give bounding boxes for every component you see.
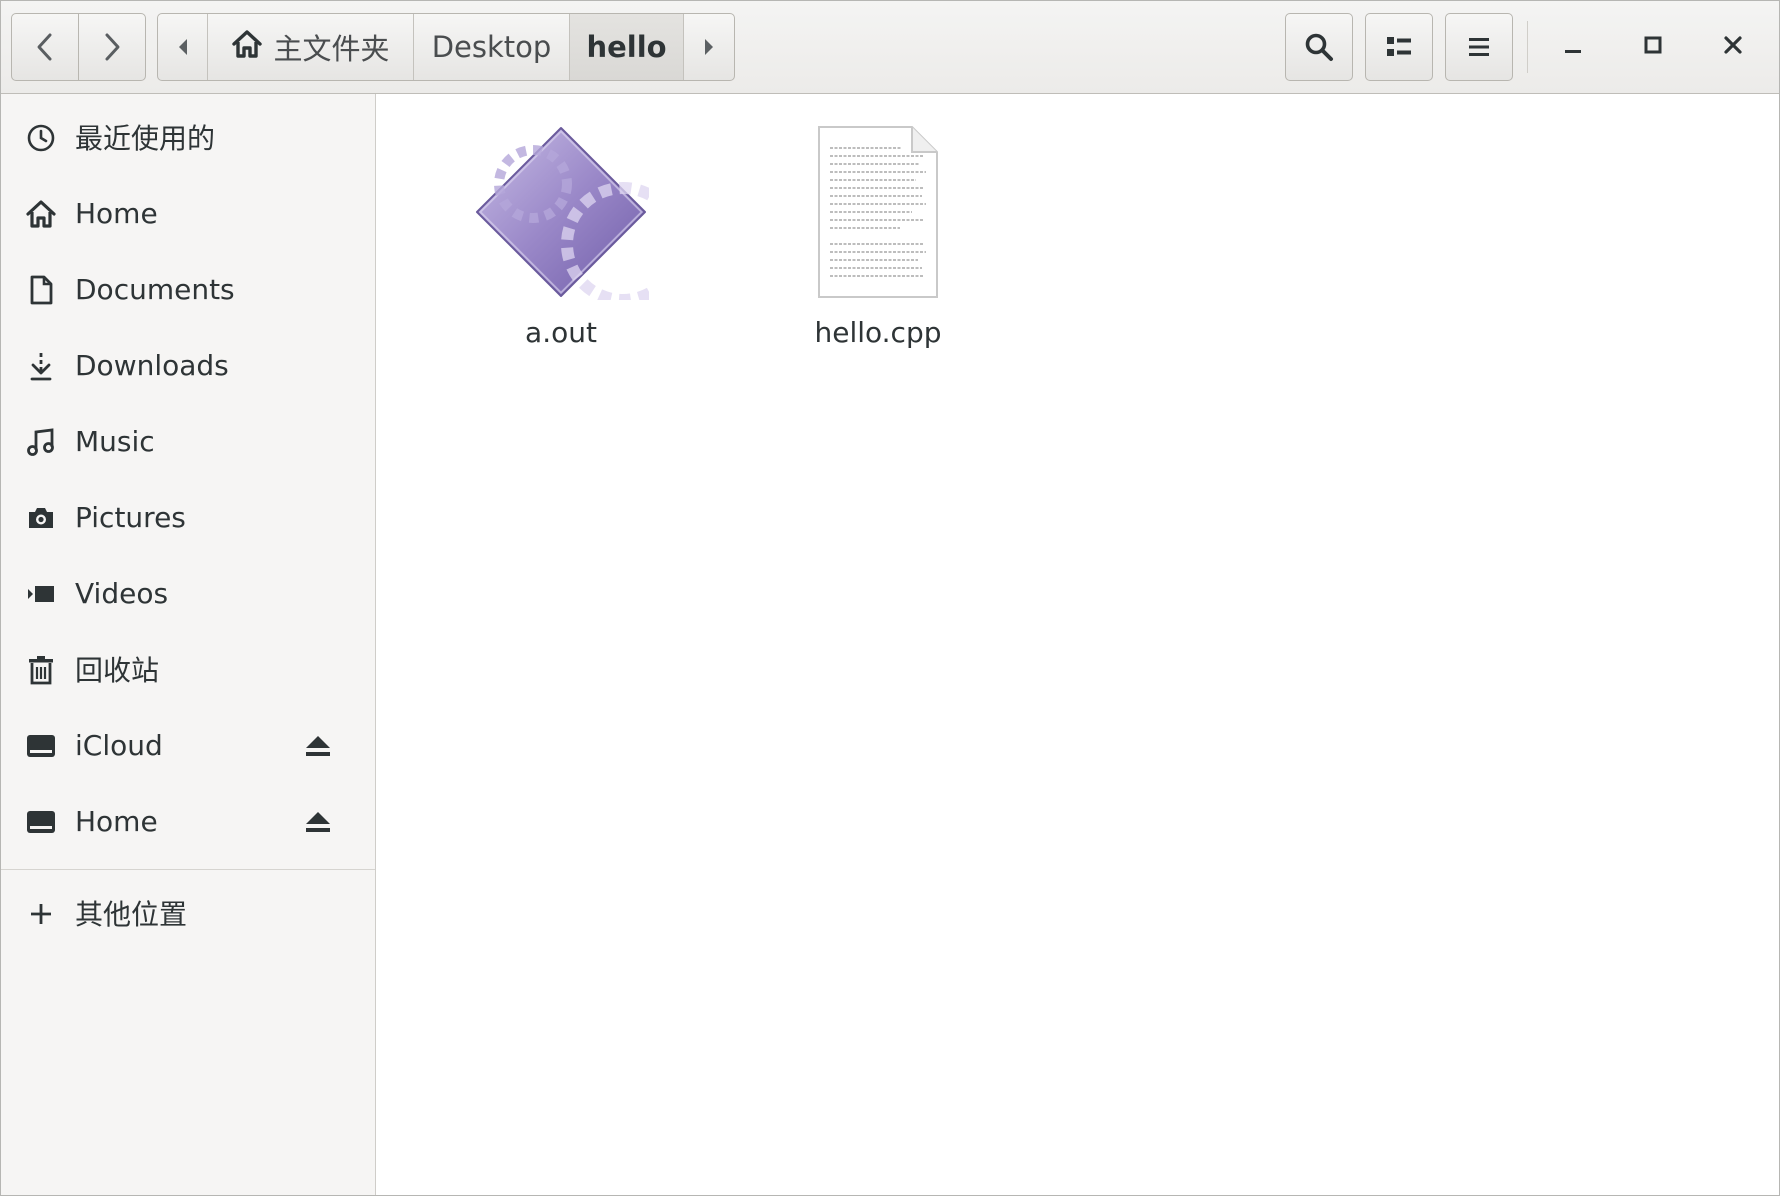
file-item-hello-cpp[interactable]: hello.cpp (768, 124, 988, 354)
download-icon (25, 350, 57, 382)
search-button[interactable] (1285, 13, 1353, 81)
file-manager-window: 主文件夹 Desktop hello 最近使用的 Home Documents … (0, 0, 1780, 1196)
sidebar-item-label: 其他位置 (75, 898, 188, 931)
file-view: a.out hello.cpp (376, 94, 1779, 1195)
clock-icon (25, 122, 57, 154)
file-name: a.out (525, 316, 597, 349)
sidebar-item-label: Videos (75, 576, 169, 610)
executable-icon (461, 124, 661, 300)
menu-button[interactable] (1445, 13, 1513, 81)
minimize-button[interactable] (1539, 13, 1607, 81)
sidebar-item-videos[interactable]: Videos (1, 561, 375, 625)
breadcrumb: 主文件夹 Desktop hello (157, 13, 735, 81)
sidebar-item-label: Home (75, 196, 158, 230)
breadcrumb-scroll-left-button[interactable] (158, 14, 208, 80)
breadcrumb-home[interactable]: 主文件夹 (208, 14, 414, 80)
sidebar-item-label: Documents (75, 272, 235, 306)
sidebar-item-documents[interactable]: Documents (1, 257, 375, 321)
sidebar-item-label: Music (75, 424, 155, 458)
minimize-icon (1562, 34, 1584, 60)
sidebar-item-music[interactable]: Music (1, 409, 375, 473)
eject-icon[interactable] (303, 807, 333, 837)
document-icon (25, 274, 57, 306)
search-icon (1304, 32, 1334, 62)
view-toggle-button[interactable] (1365, 13, 1433, 81)
drive-icon (25, 806, 57, 838)
sidebar-item-label: Pictures (75, 500, 186, 534)
maximize-icon (1642, 34, 1664, 60)
maximize-button[interactable] (1619, 13, 1687, 81)
music-icon (25, 426, 57, 458)
sidebar-item-label: iCloud (75, 728, 163, 762)
header-bar: 主文件夹 Desktop hello (1, 1, 1779, 94)
close-button[interactable] (1699, 13, 1767, 81)
sidebar-item-pictures[interactable]: Pictures (1, 485, 375, 549)
sidebar-divider (1, 869, 375, 870)
list-view-icon (1385, 34, 1413, 60)
sidebar-item-home-drive[interactable]: Home (1, 789, 375, 853)
sidebar-item-trash[interactable]: 回收站 (1, 637, 375, 701)
plus-icon (25, 898, 57, 930)
trash-icon (25, 654, 57, 686)
home-icon (25, 198, 57, 230)
chevron-right-icon (101, 32, 123, 62)
camera-icon (25, 502, 57, 534)
breadcrumb-home-label: 主文件夹 (273, 32, 390, 66)
navigation-buttons (11, 13, 146, 81)
sidebar-item-label: 回收站 (75, 654, 160, 687)
sidebar-item-home[interactable]: Home (1, 181, 375, 245)
back-button[interactable] (11, 13, 79, 81)
breadcrumb-scroll-right-button[interactable] (684, 14, 734, 80)
file-item-a-out[interactable]: a.out (451, 124, 671, 354)
header-separator (1527, 21, 1528, 73)
sidebar: 最近使用的 Home Documents Downloads Music Pic… (1, 94, 376, 1195)
video-icon (25, 578, 57, 610)
sidebar-item-other-locations[interactable]: 其他位置 (1, 881, 375, 945)
chevron-left-icon (34, 32, 56, 62)
drive-icon (25, 730, 57, 762)
home-icon (231, 29, 263, 66)
eject-icon[interactable] (303, 731, 333, 761)
sidebar-item-recent[interactable]: 最近使用的 (1, 105, 375, 169)
hamburger-menu-icon (1467, 35, 1491, 59)
triangle-right-icon (702, 30, 716, 64)
sidebar-item-label: 最近使用的 (75, 122, 216, 155)
sidebar-item-label: Home (75, 804, 158, 838)
close-icon (1722, 34, 1744, 60)
sidebar-item-label: Downloads (75, 348, 229, 382)
sidebar-item-downloads[interactable]: Downloads (1, 333, 375, 397)
triangle-left-icon (176, 30, 190, 64)
breadcrumb-hello[interactable]: hello (570, 14, 684, 80)
breadcrumb-desktop-label: Desktop (431, 30, 552, 64)
file-name: hello.cpp (814, 316, 942, 349)
breadcrumb-hello-label: hello (586, 30, 667, 64)
sidebar-item-icloud[interactable]: iCloud (1, 713, 375, 777)
breadcrumb-desktop[interactable]: Desktop (414, 14, 570, 80)
forward-button[interactable] (78, 13, 146, 81)
text-file-icon (778, 124, 978, 300)
